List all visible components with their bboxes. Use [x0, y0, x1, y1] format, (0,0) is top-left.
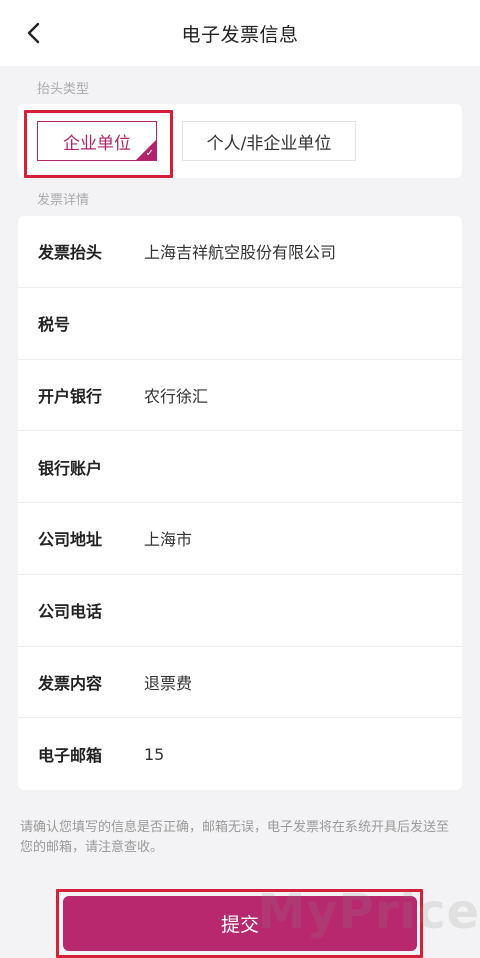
option-enterprise-button[interactable]: 企业单位 ✓	[37, 121, 157, 161]
row-label: 发票抬头	[38, 243, 103, 263]
page-title: 电子发票信息	[181, 23, 299, 46]
row-label: 税号	[38, 315, 71, 335]
row-company-phone[interactable]: 公司电话	[18, 575, 462, 647]
row-bank-account[interactable]: 银行账户	[18, 431, 462, 503]
row-company-address[interactable]: 公司地址 上海市	[18, 503, 462, 575]
row-label: 公司地址	[38, 530, 103, 550]
option-enterprise-label: 企业单位	[63, 133, 131, 154]
option-personal-button[interactable]: 个人/非企业单位	[182, 121, 356, 161]
invoice-details-card: 发票抬头 上海吉祥航空股份有限公司 税号 开户银行 农行徐汇 银行账户 公司地址…	[18, 216, 462, 790]
company-address-field[interactable]: 上海市	[144, 526, 192, 550]
details-label: 发票详情	[37, 193, 90, 208]
row-label: 发票内容	[38, 673, 103, 693]
invoice-content-field[interactable]: 退票费	[144, 670, 192, 694]
row-invoice-title[interactable]: 发票抬头 上海吉祥航空股份有限公司	[18, 216, 462, 288]
check-icon: ✓	[145, 148, 154, 159]
row-label: 开户银行	[38, 386, 103, 406]
submit-label: 提交	[220, 914, 259, 936]
back-button[interactable]	[18, 17, 50, 49]
row-tax-number[interactable]: 税号	[18, 288, 462, 360]
header-type-label: 抬头类型	[37, 82, 90, 97]
submit-button[interactable]: 提交	[63, 896, 417, 951]
row-label: 银行账户	[38, 458, 103, 478]
row-email[interactable]: 电子邮箱 15	[18, 718, 462, 790]
row-bank[interactable]: 开户银行 农行徐汇	[18, 360, 462, 432]
nav-bar: 电子发票信息	[0, 0, 480, 66]
option-personal-label: 个人/非企业单位	[206, 133, 332, 154]
chevron-left-icon	[27, 22, 40, 44]
row-invoice-content[interactable]: 发票内容 退票费	[18, 647, 462, 719]
email-field[interactable]: 15	[144, 745, 164, 764]
row-label: 公司电话	[38, 602, 103, 622]
invoice-title-field[interactable]: 上海吉祥航空股份有限公司	[144, 239, 336, 263]
row-label: 电子邮箱	[38, 746, 103, 766]
bank-field[interactable]: 农行徐汇	[144, 383, 208, 407]
notice-text: 请确认您填写的信息是否正确，邮箱无误，电子发票将在系统开具后发送至您的邮箱，请注…	[20, 820, 450, 855]
